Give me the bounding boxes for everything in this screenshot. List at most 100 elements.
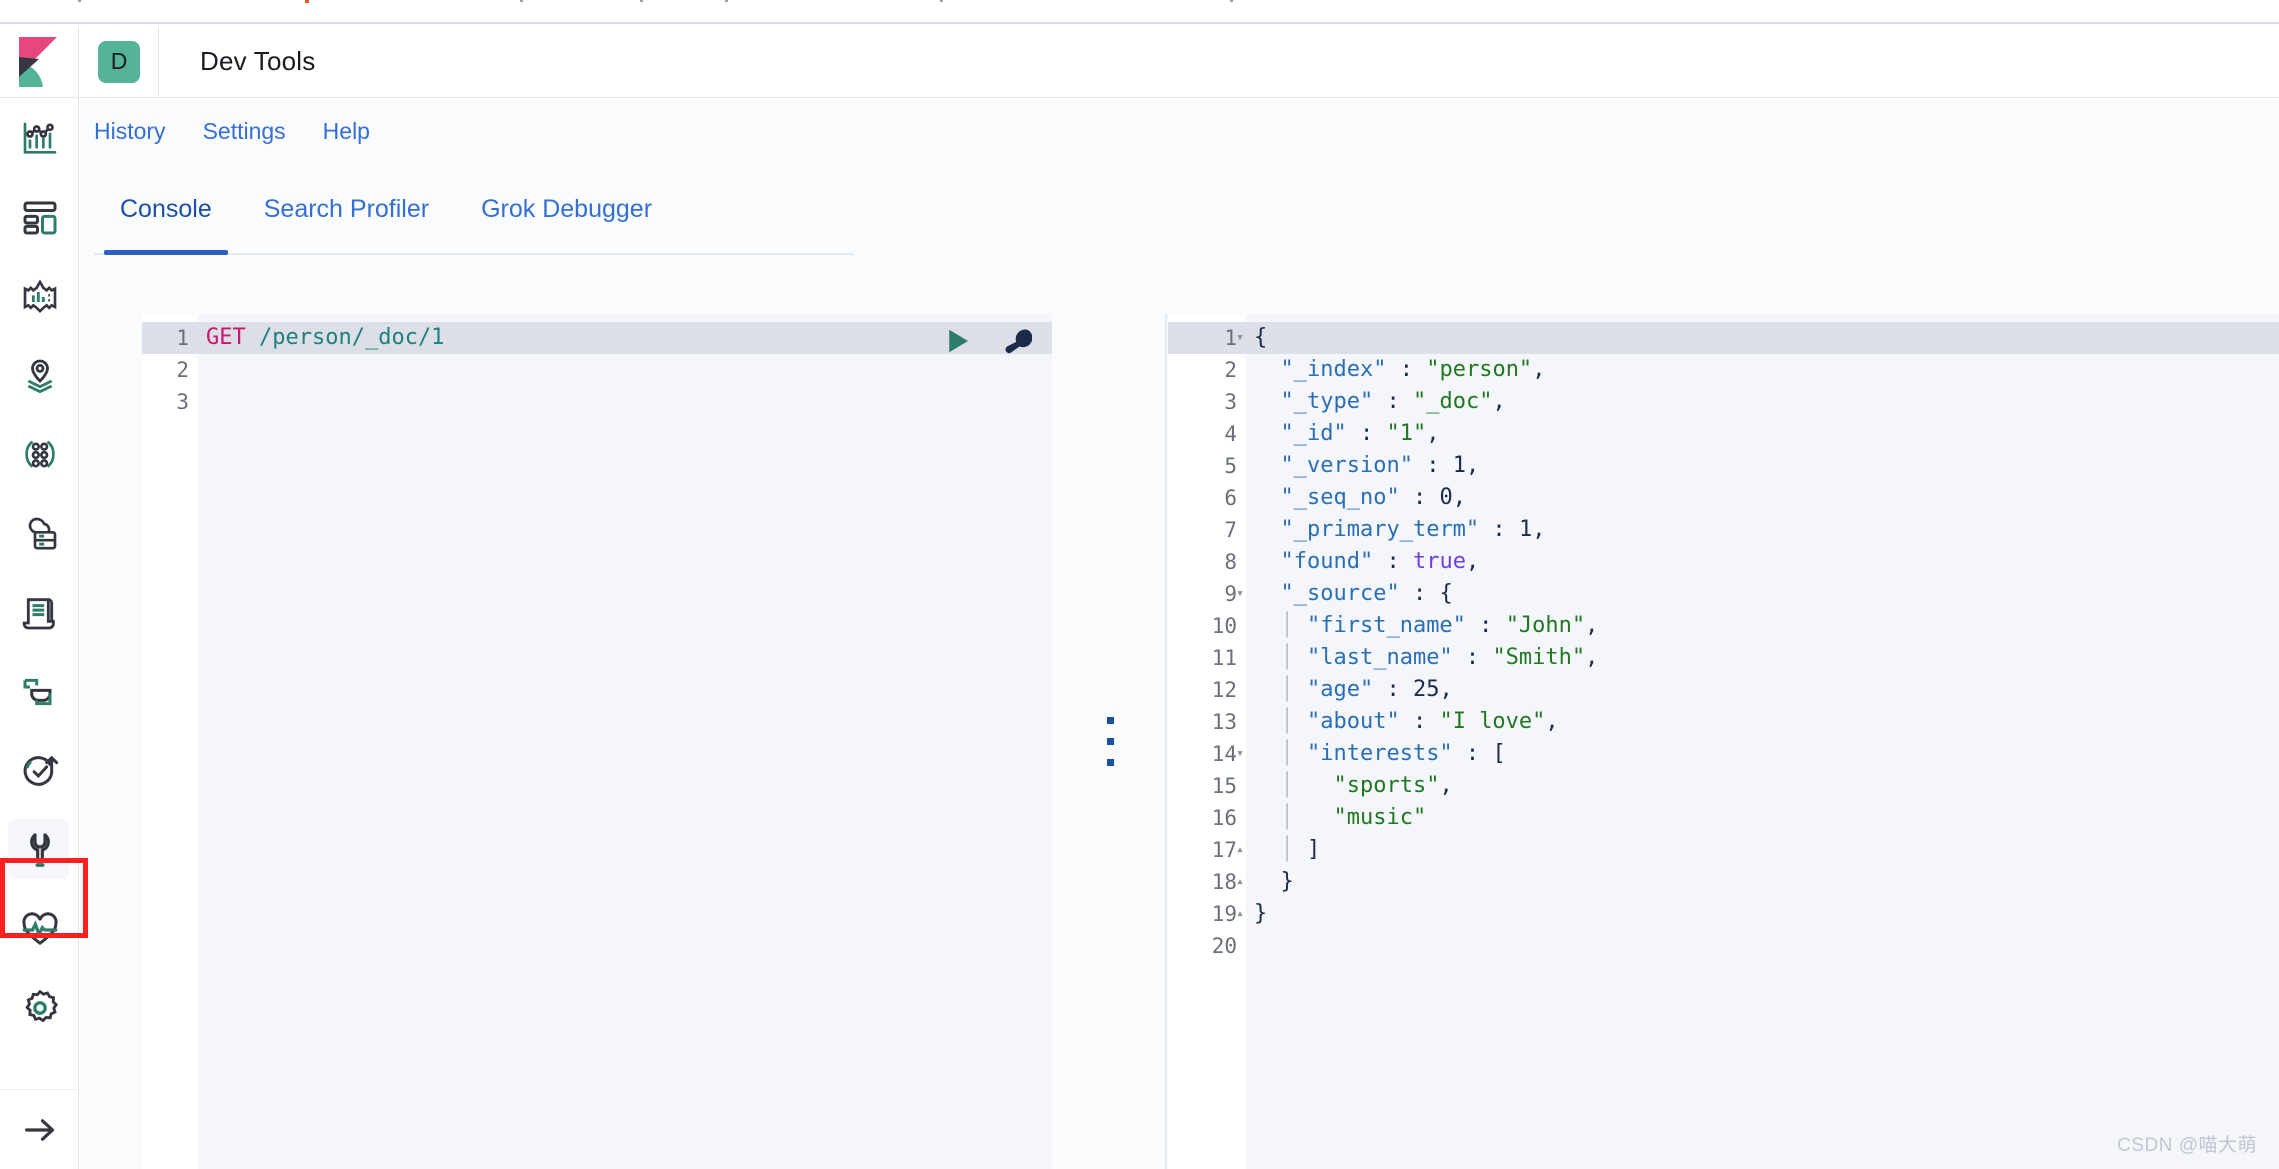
- code-token: 1: [1452, 453, 1466, 478]
- history-link[interactable]: History: [94, 118, 166, 145]
- code-token: "_id": [1280, 421, 1347, 446]
- request-editor[interactable]: 123 GET /person/_doc/1: [142, 314, 1052, 1169]
- sidebar-item-management[interactable]: [0, 968, 79, 1047]
- tab-search-profiler[interactable]: Search Profiler: [238, 175, 455, 253]
- sidebar-item-dashboard[interactable]: [0, 178, 79, 257]
- pane-divider-line: [1165, 314, 1167, 1169]
- sidebar-item-apm[interactable]: [0, 652, 79, 731]
- line-number: 2: [1224, 358, 1237, 382]
- send-request-button[interactable]: [942, 326, 974, 356]
- handle-dot: [1106, 738, 1114, 745]
- code-line: │ "sports",: [1246, 770, 2279, 802]
- code-token: :: [1412, 453, 1453, 478]
- code-token: "_index": [1280, 357, 1387, 382]
- line-number: 13: [1211, 710, 1237, 734]
- line-number: 12: [1211, 678, 1237, 702]
- line-number: 14 ▾: [1168, 738, 1246, 770]
- watermark: CSDN @喵大萌: [2117, 1135, 2257, 1156]
- handle-dot: [1106, 717, 1114, 724]
- page-title: Dev Tools: [200, 46, 316, 76]
- code-token: ,: [1465, 549, 1480, 574]
- line-number: 17 ▴: [1168, 834, 1246, 866]
- dev-tools-tabs: Console Search Profiler Grok Debugger: [94, 175, 854, 255]
- navigation-items: [0, 99, 79, 1047]
- code-token: ,: [1585, 645, 1599, 670]
- code-token: :: [1479, 517, 1519, 542]
- code-token: :: [1452, 741, 1493, 766]
- line-number: 1: [142, 322, 198, 354]
- code-token: :: [1399, 485, 1440, 510]
- request-actions: [942, 326, 1033, 356]
- code-token: true: [1412, 549, 1466, 574]
- tab-grok-debugger[interactable]: Grok Debugger: [455, 175, 678, 253]
- response-line-numbers: 1 ▾ 2 3 4 5 6 7 8 9 ▾ 10 11 12 13 14 ▾ 15 16 17 ▴ 18 ▴ 19 ▴ 20: [1168, 314, 1246, 1169]
- code-line: │ "interests" : [: [1246, 738, 2279, 770]
- code-token: "first_name": [1306, 613, 1466, 638]
- console-top-links: History Settings Help: [94, 118, 370, 145]
- line-number: 16: [1211, 806, 1237, 830]
- line-number: 18 ▴: [1168, 866, 1246, 898]
- code-line: GET /person/_doc/1: [198, 322, 1052, 354]
- response-editor[interactable]: 1 ▾ 2 3 4 5 6 7 8 9 ▾ 10 11 12 13 14 ▾ 15 16 17 ▴ 18 ▴ 19 ▴ 20 { …: [1168, 314, 2279, 1169]
- line-number: 20: [1211, 934, 1237, 958]
- code-token: {: [1439, 581, 1453, 606]
- sidebar-item-canvas[interactable]: [0, 257, 79, 336]
- code-token: "John": [1505, 613, 1586, 638]
- kibana-logo[interactable]: [0, 26, 79, 98]
- sidebar-item-dev-tools[interactable]: [0, 810, 79, 889]
- line-number: 15: [1211, 774, 1237, 798]
- code-token: ,: [1426, 421, 1440, 446]
- sidebar-item-uptime[interactable]: [0, 731, 79, 810]
- code-token: :: [1399, 581, 1440, 606]
- code-line: "_id" : "1",: [1246, 418, 2279, 450]
- code-token: 25: [1412, 677, 1440, 702]
- application-header: D Dev Tools: [80, 25, 2279, 98]
- code-line: │ "last_name" : "Smith",: [1246, 642, 2279, 674]
- tab-console[interactable]: Console: [94, 175, 238, 255]
- indent-guide: │: [1254, 773, 1334, 798]
- code-token: ,: [1585, 613, 1599, 638]
- code-line: "_type" : "_doc",: [1246, 386, 2279, 418]
- settings-link[interactable]: Settings: [203, 118, 286, 145]
- sidebar-item-logs[interactable]: [0, 573, 79, 652]
- code-token: "I love": [1439, 709, 1546, 734]
- code-token: :: [1386, 357, 1427, 382]
- code-line: "found" : true,: [1246, 546, 2279, 578]
- indent-guide: │: [1254, 805, 1334, 830]
- code-token: ,: [1492, 389, 1506, 414]
- response-code-area[interactable]: { "_index" : "person", "_type" : "_doc",…: [1246, 314, 2279, 1169]
- sidebar-item-enterprise-search[interactable]: [0, 494, 79, 573]
- sidebar-item-monitoring[interactable]: [0, 889, 79, 968]
- sidebar-item-discover[interactable]: [0, 99, 79, 178]
- open-documentation-button[interactable]: [1002, 326, 1033, 356]
- code-token: "interests": [1306, 741, 1453, 766]
- handle-dot: [1106, 759, 1114, 766]
- code-token: "Smith": [1492, 645, 1586, 670]
- nav-collapse-toggle[interactable]: [0, 1089, 79, 1169]
- help-link[interactable]: Help: [323, 118, 370, 145]
- sidebar-item-maps[interactable]: [0, 336, 79, 415]
- pane-resize-handle[interactable]: [1052, 314, 1168, 1169]
- code-token: "1": [1386, 421, 1427, 446]
- indent-guide: │: [1254, 645, 1307, 670]
- dev-tools-console-page: D Dev Tools History Settings Help Consol…: [0, 0, 2279, 1169]
- code-token: "music": [1333, 805, 1427, 830]
- code-token: "sports": [1333, 773, 1440, 798]
- request-code-area[interactable]: GET /person/_doc/1: [198, 314, 1052, 1169]
- sidebar-item-machine-learning[interactable]: [0, 415, 79, 494]
- line-number: 10: [1211, 614, 1237, 638]
- code-token: ,: [1439, 773, 1453, 798]
- code-token: :: [1373, 549, 1413, 574]
- code-token: /person/_doc/1: [259, 325, 445, 350]
- code-token: :: [1373, 677, 1413, 702]
- code-token: ]: [1306, 837, 1321, 862]
- code-line: }: [1246, 866, 2279, 898]
- code-token: ,: [1452, 485, 1466, 510]
